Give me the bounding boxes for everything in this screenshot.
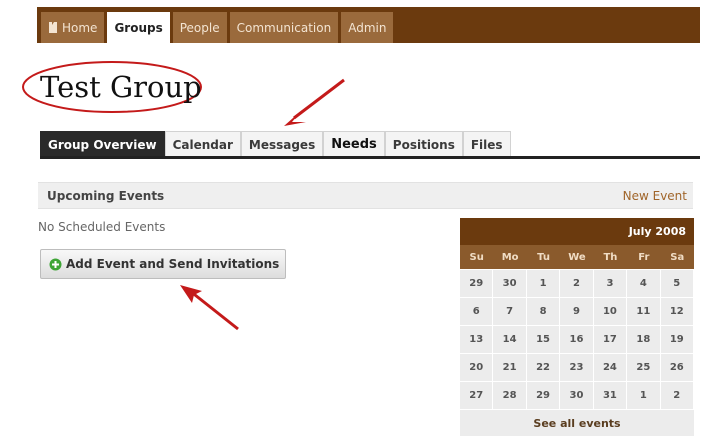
- nav-tab-label: People: [179, 20, 220, 35]
- tab-needs[interactable]: Needs: [323, 131, 385, 157]
- section-title: Upcoming Events: [47, 189, 165, 203]
- calendar-day[interactable]: 9: [560, 298, 593, 325]
- nav-tab-home[interactable]: Home: [41, 12, 105, 43]
- nav-tab-label: Groups: [114, 20, 163, 35]
- calendar-day[interactable]: 12: [660, 298, 693, 325]
- weekday-label: We: [568, 251, 586, 263]
- calendar-day[interactable]: 1: [526, 270, 560, 297]
- calendar-day[interactable]: 17: [593, 326, 627, 353]
- add-event-button[interactable]: Add Event and Send Invitations: [40, 249, 286, 279]
- calendar-day[interactable]: 11: [627, 298, 660, 325]
- calendar-day[interactable]: 3: [593, 270, 627, 297]
- subtab-divider: [40, 156, 700, 159]
- calendar-grid: 29 30 1 2 3 4 5 6 7 8 9 10 11 12 13 14 1…: [460, 269, 694, 409]
- top-nav: Home Groups People Communication Admin: [41, 12, 396, 43]
- calendar-day[interactable]: 30: [493, 270, 526, 297]
- calendar-day[interactable]: 7: [493, 298, 526, 325]
- calendar-day[interactable]: 1: [627, 382, 660, 409]
- mini-calendar: July 2008 Su Mo Tu We Th Fr Sa 29 30 1 2…: [460, 218, 694, 436]
- empty-events-text: No Scheduled Events: [38, 220, 166, 234]
- calendar-day[interactable]: 27: [460, 382, 493, 409]
- weekday-label: Tu: [537, 251, 550, 263]
- calendar-day[interactable]: 16: [560, 326, 593, 353]
- see-all-events-link[interactable]: See all events: [460, 410, 694, 436]
- calendar-day[interactable]: 14: [493, 326, 526, 353]
- nav-tab-groups[interactable]: Groups: [107, 12, 170, 43]
- calendar-day[interactable]: 13: [460, 326, 493, 353]
- weekday-label: Sa: [670, 251, 685, 263]
- calendar-day[interactable]: 29: [526, 382, 560, 409]
- calendar-day[interactable]: 4: [627, 270, 660, 297]
- calendar-day[interactable]: 6: [460, 298, 493, 325]
- tab-positions[interactable]: Positions: [384, 131, 463, 157]
- nav-tab-communication[interactable]: Communication: [229, 12, 339, 43]
- home-icon: [48, 22, 58, 33]
- calendar-day[interactable]: 22: [526, 354, 560, 381]
- weekday-label: Fr: [638, 251, 650, 263]
- calendar-day[interactable]: 2: [560, 270, 593, 297]
- calendar-weekdays: Su Mo Tu We Th Fr Sa: [460, 245, 694, 269]
- calendar-day[interactable]: 24: [593, 354, 627, 381]
- calendar-day[interactable]: 19: [660, 326, 693, 353]
- calendar-day[interactable]: 30: [560, 382, 593, 409]
- new-event-link[interactable]: New Event: [623, 189, 687, 203]
- calendar-day[interactable]: 2: [660, 382, 693, 409]
- nav-tab-label: Communication: [236, 20, 332, 35]
- tab-files[interactable]: Files: [462, 131, 511, 157]
- calendar-month: July 2008: [460, 218, 694, 245]
- annotation-arrow-add-event: [180, 285, 239, 331]
- weekday-label: Th: [603, 251, 618, 263]
- calendar-day[interactable]: 25: [627, 354, 660, 381]
- page-title: Test Group: [40, 70, 202, 104]
- calendar-day[interactable]: 10: [593, 298, 627, 325]
- calendar-day[interactable]: 26: [660, 354, 693, 381]
- calendar-day[interactable]: 29: [460, 270, 493, 297]
- nav-tab-people[interactable]: People: [172, 12, 227, 43]
- nav-tab-admin[interactable]: Admin: [341, 12, 394, 43]
- calendar-day[interactable]: 23: [560, 354, 593, 381]
- calendar-day[interactable]: 18: [627, 326, 660, 353]
- add-event-label: Add Event and Send Invitations: [66, 257, 280, 271]
- tab-group-overview[interactable]: Group Overview: [40, 131, 165, 157]
- calendar-day[interactable]: 20: [460, 354, 493, 381]
- calendar-day[interactable]: 5: [660, 270, 693, 297]
- calendar-day[interactable]: 21: [493, 354, 526, 381]
- calendar-day[interactable]: 15: [526, 326, 560, 353]
- calendar-day[interactable]: 8: [526, 298, 560, 325]
- tab-messages[interactable]: Messages: [240, 131, 324, 157]
- calendar-day[interactable]: 28: [493, 382, 526, 409]
- weekday-label: Mo: [501, 251, 519, 263]
- nav-tab-label: Home: [62, 20, 98, 35]
- upcoming-events-header: Upcoming Events New Event: [38, 182, 693, 209]
- calendar-day[interactable]: 31: [593, 382, 627, 409]
- add-circle-icon: [49, 258, 62, 271]
- weekday-label: Su: [469, 251, 484, 263]
- tab-calendar[interactable]: Calendar: [164, 131, 241, 157]
- group-subtabs: Group Overview Calendar Messages Needs P…: [40, 131, 511, 157]
- nav-tab-label: Admin: [348, 20, 387, 35]
- annotation-arrow-messages: [284, 78, 345, 126]
